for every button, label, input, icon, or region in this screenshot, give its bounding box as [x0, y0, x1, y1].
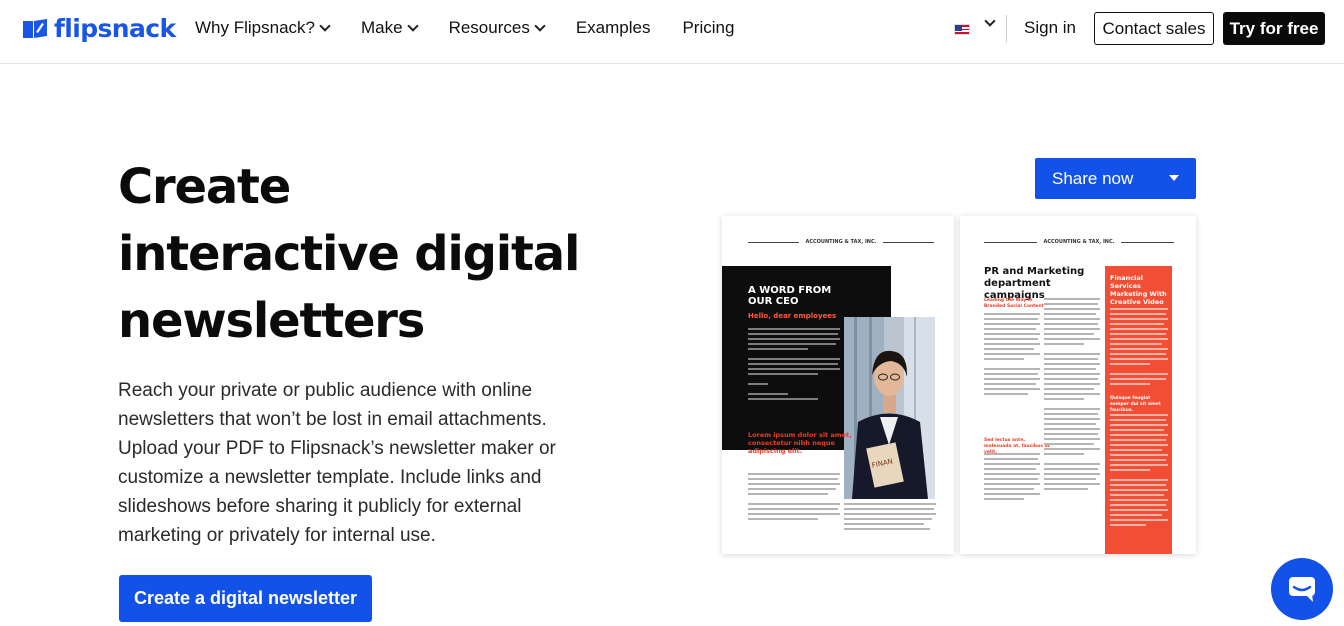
businesswoman-photo-icon: FINAN: [844, 317, 935, 499]
create-newsletter-button[interactable]: Create a digital newsletter: [119, 575, 372, 622]
hero-title-line: newsletters: [118, 293, 425, 349]
red-sidebar-subheading: Quisque feugiat semper dui sit amet fauc…: [1110, 396, 1161, 413]
ceo-box-subtitle: Hello, dear employees: [748, 312, 837, 320]
page-header: ACCOUNTING & TAX, INC.: [748, 238, 935, 246]
nav-why-flipsnack[interactable]: Why Flipsnack?: [195, 18, 331, 38]
nav-make[interactable]: Make: [360, 18, 419, 38]
hero-description: Reach your private or public audience wi…: [118, 376, 558, 550]
pr-marketing-title: PR and Marketing department campaigns: [984, 266, 1085, 301]
chat-bubble-icon: [1289, 577, 1315, 602]
nav-examples-label: Examples: [575, 18, 651, 37]
newsletter-page-left[interactable]: ACCOUNTING & TAX, INC. A WORD FROM OUR C…: [722, 216, 954, 554]
logo-wordmark: flipsnack: [54, 14, 176, 43]
page-header-text: ACCOUNTING & TAX, INC.: [805, 239, 877, 245]
nav-why-flipsnack-label: Why Flipsnack?: [195, 18, 315, 37]
language-chevron-down-icon[interactable]: [984, 15, 996, 27]
try-for-free-button[interactable]: Try for free: [1223, 12, 1325, 45]
nav-examples[interactable]: Examples: [576, 18, 651, 38]
hero-description-line: Reach your private or public audience wi…: [118, 380, 533, 401]
right-body-col-1b: [984, 453, 1040, 503]
sign-in-link[interactable]: Sign in: [1024, 18, 1076, 38]
ceo-box-body: [748, 328, 840, 403]
hero-description-line: slideshows before sharing it publicly fo…: [118, 496, 522, 517]
nav-pricing[interactable]: Pricing: [682, 18, 734, 38]
ceo-box-title: A WORD FROM OUR CEO: [748, 285, 832, 307]
main-nav: Why Flipsnack? Make Resources Examples P…: [195, 0, 766, 56]
left-body-text-2: [844, 503, 936, 533]
nav-resources-label: Resources: [448, 18, 530, 37]
caret-down-icon: [1169, 175, 1179, 181]
chevron-down-icon: [406, 19, 419, 32]
chevron-down-icon: [534, 19, 546, 32]
nav-pricing-label: Pricing: [682, 18, 735, 37]
nav-resources[interactable]: Resources: [448, 18, 546, 38]
right-body-col-2: [1044, 298, 1100, 493]
hero-description-line: Upload your PDF to Flipsnack’s newslette…: [118, 438, 556, 459]
red-sidebar-body: [1110, 308, 1168, 388]
chat-widget-button[interactable]: [1271, 558, 1333, 620]
right-body-col-1: [984, 313, 1040, 398]
hero-title-line: interactive digital: [118, 226, 580, 282]
left-red-heading: Lorem ipsum dolor sit amet, consectetur …: [748, 431, 852, 455]
hero-description-line: newsletters that won’t be lost in email …: [118, 409, 547, 430]
header-divider: [1006, 15, 1007, 42]
hero-description-line: customize a newsletter template. Include…: [118, 467, 542, 488]
hero-title: Create interactive digital newsletters: [118, 154, 638, 355]
us-flag-icon[interactable]: [954, 24, 970, 35]
share-now-label: Share now: [1052, 168, 1134, 188]
page-header-text: ACCOUNTING & TAX, INC.: [1043, 239, 1115, 245]
red-sidebar-body-2: [1110, 414, 1168, 529]
newsletter-page-right[interactable]: ACCOUNTING & TAX, INC. PR and Marketing …: [960, 216, 1196, 554]
hero-title-line: Create: [118, 159, 291, 215]
left-body-text: [748, 473, 840, 523]
chevron-down-icon: [319, 19, 331, 32]
nav-make-label: Make: [360, 18, 403, 37]
page-header: ACCOUNTING & TAX, INC.: [984, 238, 1175, 246]
red-sidebar-column: Financial Services Marketing With Creati…: [1105, 266, 1172, 554]
contact-sales-button[interactable]: Contact sales: [1094, 12, 1214, 45]
ceo-photo: FINAN: [844, 317, 935, 499]
hero-description-line: marketing or privately for internal use.: [118, 525, 436, 546]
flipsnack-logo[interactable]: flipsnack: [22, 14, 176, 43]
site-header: flipsnack Why Flipsnack? Make Resources …: [0, 0, 1344, 64]
red-sidebar-title: Financial Services Marketing With Creati…: [1110, 274, 1167, 306]
flipsnack-logo-icon: [23, 18, 47, 38]
share-now-button[interactable]: Share now: [1035, 158, 1196, 199]
